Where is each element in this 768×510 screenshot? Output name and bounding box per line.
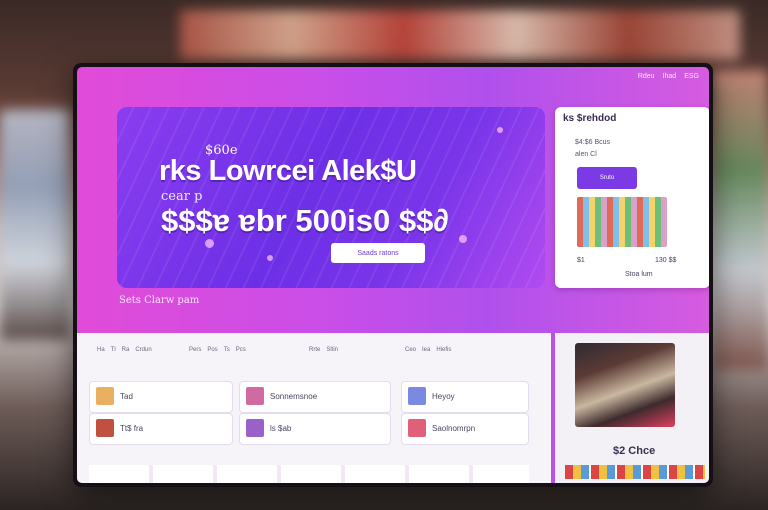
side-card-line-1: $4:$6 Bcus — [575, 139, 611, 146]
featured-label: $2 Chce — [613, 445, 656, 457]
shop-now-button[interactable]: Saads ratons — [331, 243, 425, 263]
product-thumb — [408, 419, 426, 437]
decor-dot — [497, 127, 503, 133]
product-tile[interactable]: Sonnemsnoe — [239, 381, 391, 413]
featured-products-strip — [565, 465, 705, 479]
tab[interactable]: Pcs — [236, 347, 246, 353]
hero-banner: $60e rks Lowrcei Alek$U cear p $$$ɐ ɐbr … — [117, 107, 545, 288]
side-card-caption: Stoa lum — [625, 271, 653, 278]
tab[interactable]: Iea — [422, 347, 430, 353]
hero-promo: $$$ɐ ɐbr 500is0 $$∂ — [161, 203, 449, 238]
side-card-price: $1 — [577, 257, 585, 264]
product-title: Heyoy — [432, 392, 455, 401]
tab[interactable]: Ra — [122, 347, 130, 353]
decor-dot — [267, 255, 273, 261]
product-tile[interactable]: Heyoy — [401, 381, 529, 413]
product-tile[interactable]: ls $ab — [239, 413, 391, 445]
product-title: Tad — [120, 392, 133, 401]
tab[interactable]: Hiefis — [436, 347, 451, 353]
background-shelf-top — [180, 10, 740, 60]
tab[interactable]: Rrte — [309, 347, 320, 353]
featured-panel: $2 Chce — [555, 333, 709, 483]
hero-title: rks Lowrcei Alek$U — [159, 155, 417, 187]
tab[interactable]: Tl — [111, 347, 116, 353]
background-shelf-left — [0, 110, 70, 340]
nav-item-3[interactable]: ESG — [684, 73, 699, 80]
product-tile[interactable]: Tt$ fra — [89, 413, 233, 445]
product-title: ls $ab — [270, 424, 292, 433]
tab[interactable]: Pos — [207, 347, 217, 353]
product-title: Saolnomrpn — [432, 424, 476, 433]
side-card-button[interactable]: Sruto — [577, 167, 637, 189]
nav-item-1[interactable]: Rdeu — [638, 73, 655, 80]
tab[interactable]: Crdun — [135, 347, 151, 353]
featured-photo[interactable] — [575, 343, 675, 427]
decor-dot — [205, 239, 214, 248]
hero-subtitle: cear p — [161, 189, 203, 204]
top-nav: Rdeu Ihad ESG — [638, 73, 699, 80]
category-tabs-a: Ha Tl Ra Crdun — [97, 347, 152, 353]
category-tabs-b: Pers Pos Ts Pcs — [189, 347, 246, 353]
tab[interactable]: Sltin — [326, 347, 338, 353]
product-thumb — [96, 419, 114, 437]
background-shelf-right — [712, 70, 768, 370]
product-thumb — [246, 419, 264, 437]
product-row-partial — [89, 465, 529, 483]
tab[interactable]: Ts — [224, 347, 230, 353]
product-image — [577, 197, 667, 247]
side-card-line-2: alen Cl — [575, 151, 597, 158]
storefront-screen: Rdeu Ihad ESG $60e rks Lowrcei Alek$U ce… — [77, 67, 709, 483]
hero-kicker: $60e — [205, 143, 238, 158]
side-card-title: ks $rehdod — [563, 113, 617, 124]
side-promo-card[interactable]: ks $rehdod $4:$6 Bcus alen Cl Sruto $1 S… — [555, 107, 709, 288]
product-thumb — [246, 387, 264, 405]
product-grid: Ha Tl Ra Crdun Pers Pos Ts Pcs Rrte Slti… — [77, 333, 551, 483]
tagline: Sets Clarw pam — [119, 295, 200, 306]
product-title: Tt$ fra — [120, 424, 144, 433]
product-title: Sonnemsnoe — [270, 392, 318, 401]
category-tabs-d: Ceo Iea Hiefis — [405, 347, 451, 353]
side-card-count: 130 $$ — [655, 257, 677, 264]
category-tabs-c: Rrte Sltin — [309, 347, 338, 353]
tab[interactable]: Pers — [189, 347, 201, 353]
product-tile[interactable]: Tad — [89, 381, 233, 413]
nav-item-2[interactable]: Ihad — [663, 73, 677, 80]
product-thumb — [96, 387, 114, 405]
product-thumb — [408, 387, 426, 405]
product-tile[interactable]: Saolnomrpn — [401, 413, 529, 445]
tab[interactable]: Ceo — [405, 347, 416, 353]
decor-dot — [459, 235, 467, 243]
tab[interactable]: Ha — [97, 347, 105, 353]
monitor: Rdeu Ihad ESG $60e rks Lowrcei Alek$U ce… — [73, 63, 713, 487]
